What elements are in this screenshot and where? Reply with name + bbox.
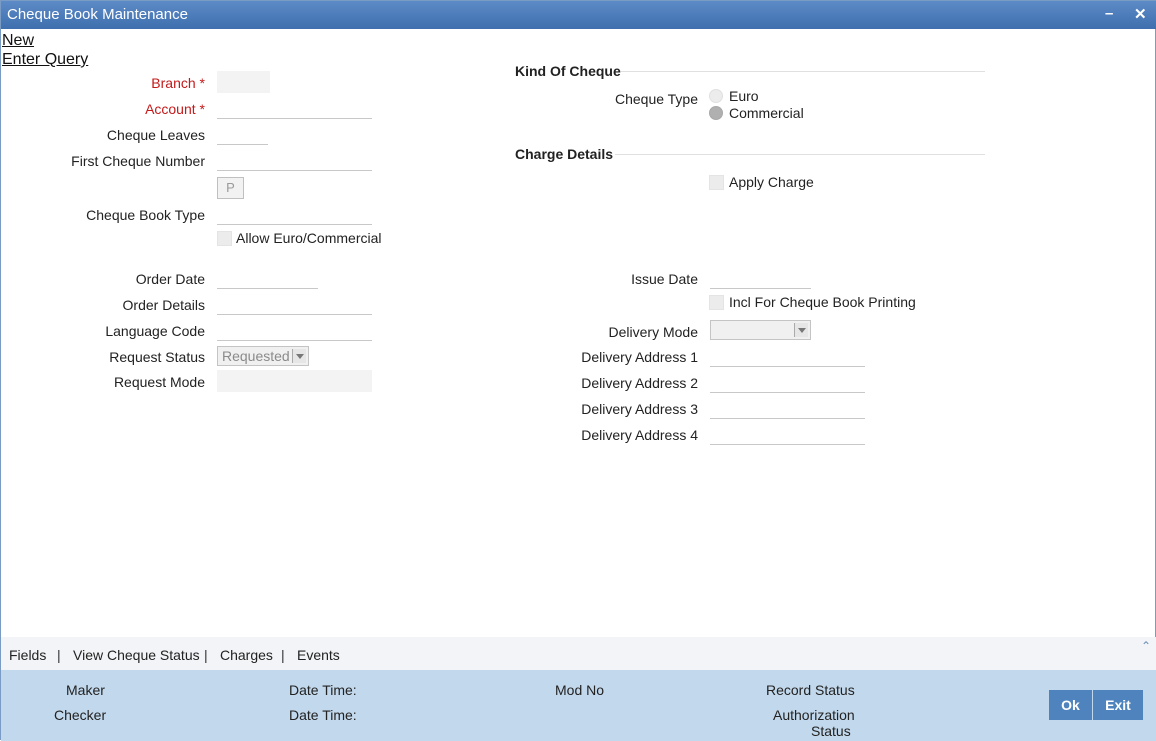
allow-euro-commercial-label: Allow Euro/Commercial — [236, 230, 382, 246]
charge-details-title: Charge Details — [515, 146, 614, 162]
delivery-mode-select[interactable] — [710, 320, 811, 340]
order-date-label: Order Date — [135, 271, 205, 287]
tab-fields[interactable]: Fields — [9, 647, 46, 663]
new-link[interactable]: New — [2, 32, 34, 50]
record-status-label: Record Status — [766, 682, 855, 698]
checker-date-time-label: Date Time: — [289, 707, 357, 723]
mod-no-label: Mod No — [555, 682, 605, 698]
chevron-down-icon[interactable] — [292, 349, 306, 363]
sub-screen-tab-bar: Fields | View Cheque Status | Charges | … — [1, 637, 1156, 670]
issue-date-input[interactable] — [710, 267, 811, 289]
issue-date-label: Issue Date — [631, 271, 698, 287]
enter-query-link[interactable]: Enter Query — [2, 51, 88, 69]
close-icon[interactable]: ✕ — [1134, 5, 1147, 23]
branch-input[interactable] — [217, 71, 270, 93]
account-input[interactable] — [217, 97, 372, 119]
first-cheque-number-label: First Cheque Number — [71, 153, 205, 169]
request-mode-input[interactable] — [217, 370, 372, 392]
delivery-address-2-input[interactable] — [710, 371, 865, 393]
request-status-label: Request Status — [109, 349, 205, 365]
delivery-address-1-label: Delivery Address 1 — [581, 349, 698, 365]
delivery-mode-label: Delivery Mode — [608, 324, 698, 340]
required-marker: * — [199, 101, 205, 117]
account-label: Account * — [145, 101, 205, 117]
section-divider — [621, 71, 985, 72]
tab-separator: | — [281, 647, 285, 663]
delivery-address-4-label: Delivery Address 4 — [581, 427, 698, 443]
maker-date-time-label: Date Time: — [289, 682, 357, 698]
section-divider — [615, 154, 985, 155]
commercial-radio[interactable] — [709, 106, 723, 120]
euro-radio[interactable] — [709, 89, 723, 103]
incl-cheque-book-printing-label: Incl For Cheque Book Printing — [729, 294, 916, 310]
incl-cheque-book-printing-checkbox[interactable] — [709, 295, 724, 310]
window-title: Cheque Book Maintenance — [7, 6, 188, 23]
allow-euro-commercial-checkbox[interactable] — [217, 231, 232, 246]
tab-events[interactable]: Events — [297, 647, 340, 663]
first-cheque-number-input[interactable] — [217, 149, 372, 171]
delivery-address-1-input[interactable] — [710, 345, 865, 367]
collapse-icon[interactable]: ⌃ — [1141, 639, 1151, 653]
cheque-book-type-input[interactable] — [217, 203, 372, 225]
delivery-address-3-input[interactable] — [710, 397, 865, 419]
maker-label: Maker — [66, 682, 105, 698]
minimize-icon[interactable]: – — [1105, 5, 1113, 22]
authorization-status-label: Status — [811, 723, 851, 739]
order-details-label: Order Details — [122, 297, 205, 313]
order-date-input[interactable] — [217, 267, 318, 289]
language-code-label: Language Code — [105, 323, 205, 339]
request-status-select[interactable]: Requested — [217, 346, 309, 366]
euro-radio-label: Euro — [729, 88, 759, 104]
authorization-label: Authorization — [773, 707, 855, 723]
delivery-address-2-label: Delivery Address 2 — [581, 375, 698, 391]
cheque-type-label: Cheque Type — [614, 91, 698, 107]
request-status-value: Requested — [222, 348, 290, 364]
cheque-leaves-input[interactable] — [217, 123, 268, 145]
cheque-leaves-label: Cheque Leaves — [106, 127, 205, 143]
apply-charge-checkbox[interactable] — [709, 175, 724, 190]
chevron-down-icon[interactable] — [794, 323, 808, 337]
delivery-address-4-input[interactable] — [710, 423, 865, 445]
exit-button[interactable]: Exit — [1093, 690, 1143, 720]
kind-of-cheque-title: Kind Of Cheque — [515, 63, 621, 79]
order-details-input[interactable] — [217, 293, 372, 315]
apply-charge-label: Apply Charge — [729, 174, 814, 190]
cheque-book-type-label: Cheque Book Type — [86, 207, 205, 223]
tab-separator: | — [57, 647, 61, 663]
branch-label: Branch * — [151, 75, 205, 91]
cheque-book-maintenance-window: Cheque Book Maintenance – ✕ New Enter Qu… — [0, 0, 1156, 741]
title-bar: Cheque Book Maintenance – ✕ — [1, 1, 1156, 29]
checker-label: Checker — [54, 707, 107, 723]
tab-view-cheque-status[interactable]: View Cheque Status — [73, 647, 200, 663]
request-mode-label: Request Mode — [113, 374, 205, 390]
audit-footer: Maker Checker Date Time: Date Time: Mod … — [1, 670, 1156, 741]
delivery-address-3-label: Delivery Address 3 — [581, 401, 698, 417]
language-code-input[interactable] — [217, 319, 372, 341]
required-marker: * — [199, 75, 205, 91]
p-button[interactable]: P — [217, 177, 244, 199]
commercial-radio-label: Commercial — [729, 105, 804, 121]
ok-button[interactable]: Ok — [1049, 690, 1092, 720]
tab-separator: | — [204, 647, 208, 663]
tab-charges[interactable]: Charges — [220, 647, 273, 663]
